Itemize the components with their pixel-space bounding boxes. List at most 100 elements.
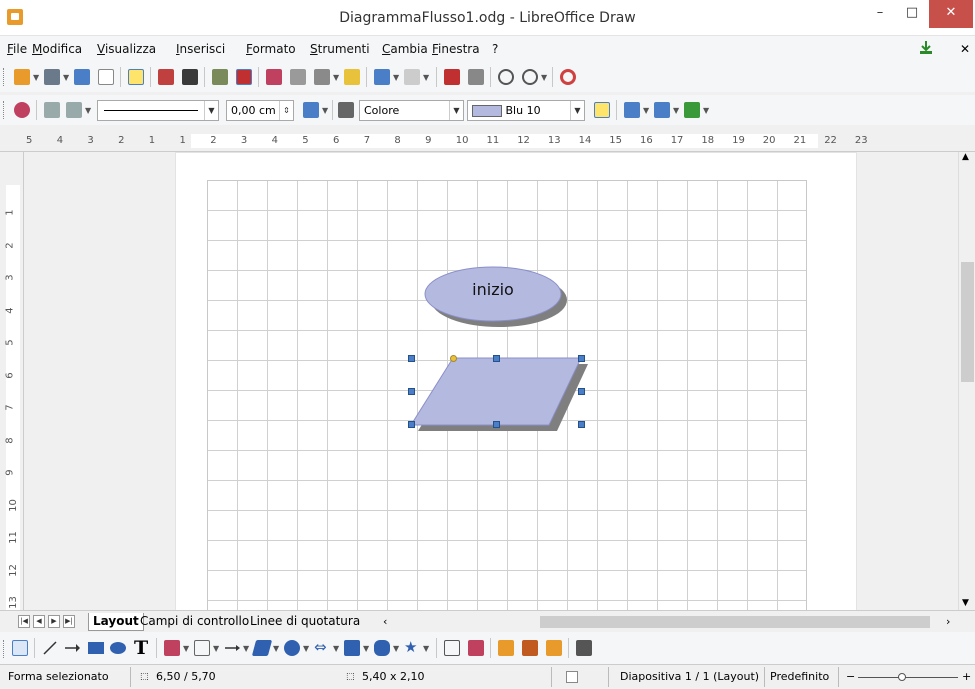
function-zoom-icon[interactable] (498, 69, 514, 85)
curve-dropdown-icon[interactable]: ▼ (183, 644, 189, 653)
callouts-icon[interactable] (374, 640, 390, 656)
selection-handle-bottom-left[interactable] (408, 421, 415, 428)
area-style-select[interactable]: Colore ▼ (359, 100, 464, 121)
arrange-dropdown-icon[interactable]: ▼ (703, 106, 709, 115)
zoom-slider[interactable] (858, 677, 958, 678)
menu-visualizza[interactable]: Visualizza (97, 42, 156, 56)
menu-cambia[interactable]: Cambia (382, 42, 428, 56)
shadow-icon[interactable] (594, 102, 610, 118)
zoom-dropdown-icon[interactable]: ▼ (541, 73, 547, 82)
print-icon[interactable] (182, 69, 198, 85)
next-tab-icon[interactable]: ▶ (48, 615, 60, 628)
minimize-button[interactable]: – (864, 0, 896, 28)
area-icon[interactable] (338, 102, 354, 118)
hyperlink-icon[interactable] (444, 69, 460, 85)
copy-icon[interactable] (290, 69, 306, 85)
shape-adjust-handle[interactable] (450, 355, 457, 362)
menu-modifica[interactable]: Modifica (32, 42, 82, 56)
text-tool-icon[interactable]: T (134, 637, 148, 659)
vertical-scrollbar[interactable]: ▲ ▼ (958, 152, 975, 610)
select-arrow-icon[interactable] (12, 640, 28, 656)
scroll-up-icon[interactable]: ▲ (962, 152, 969, 162)
new-dropdown-icon[interactable]: ▼ (33, 73, 39, 82)
line-icon[interactable] (44, 102, 60, 118)
paste-dropdown-icon[interactable]: ▼ (333, 73, 339, 82)
navigator-icon[interactable] (468, 69, 484, 85)
selection-handle-top-left[interactable] (408, 355, 415, 362)
templates-icon[interactable] (44, 69, 60, 85)
area-color-select[interactable]: Blu 10 ▼ (467, 100, 585, 121)
horizontal-scroll-thumb[interactable] (540, 616, 930, 628)
line-tool-icon[interactable] (42, 640, 58, 656)
arrow-style-icon[interactable] (66, 102, 82, 118)
drawing-canvas[interactable]: inizio (24, 152, 958, 610)
glue-points-icon[interactable] (468, 640, 484, 656)
toolbar-grip[interactable] (3, 640, 6, 658)
clone-formatting-icon[interactable] (344, 69, 360, 85)
auto-spellcheck-icon[interactable] (236, 69, 252, 85)
last-tab-icon[interactable]: ▶| (63, 615, 75, 628)
points-icon[interactable] (444, 640, 460, 656)
ellipse-tool-icon[interactable] (110, 642, 126, 654)
line-color-dropdown-icon[interactable]: ▼ (322, 106, 328, 115)
basic-shapes-dropdown-icon[interactable]: ▼ (273, 644, 279, 653)
spin-buttons-icon[interactable]: ⇕ (279, 101, 293, 120)
redo-icon[interactable] (404, 69, 420, 85)
toolbar-grip[interactable] (3, 68, 6, 86)
connector-tool-icon[interactable] (194, 640, 210, 656)
master-page-status[interactable]: Predefinito (770, 670, 829, 683)
symbol-shapes-icon[interactable] (284, 640, 300, 656)
save-icon[interactable] (74, 69, 90, 85)
lines-arrows-tool-icon[interactable] (224, 640, 240, 656)
cut-icon[interactable] (266, 69, 282, 85)
zoom-icon[interactable] (522, 69, 538, 85)
line-color-icon[interactable] (303, 102, 319, 118)
scroll-down-icon[interactable]: ▼ (962, 598, 969, 608)
email-icon[interactable] (98, 69, 114, 85)
menu-help[interactable]: ? (492, 42, 498, 56)
stars-dropdown-icon[interactable]: ▼ (423, 644, 429, 653)
fontwork-icon[interactable] (498, 640, 514, 656)
help-icon[interactable] (560, 69, 576, 85)
selection-handle-top[interactable] (493, 355, 500, 362)
curve-tool-icon[interactable] (164, 640, 180, 656)
insert-image-icon[interactable] (522, 640, 538, 656)
line-arrow-tool-icon[interactable] (64, 640, 80, 656)
flowchart-dropdown-icon[interactable]: ▼ (363, 644, 369, 653)
selection-handle-top-right[interactable] (578, 355, 585, 362)
document-modified-icon[interactable] (566, 671, 578, 683)
selection-handle-bottom-right[interactable] (578, 421, 585, 428)
vertical-ruler[interactable]: 1 2 3 4 5 6 7 8 9 10 11 12 13 (0, 152, 24, 610)
prev-tab-icon[interactable]: ◀ (33, 615, 45, 628)
templates-dropdown-icon[interactable]: ▼ (63, 73, 69, 82)
export-pdf-icon[interactable] (158, 69, 174, 85)
edit-mode-icon[interactable] (128, 69, 144, 85)
horizontal-ruler[interactable]: 5 4 3 2 1 1 2 3 4 5 6 7 8 9 10 11 12 13 14 15 16 17 18 19 20 21 22… (0, 128, 975, 152)
selection-handle-right[interactable] (578, 388, 585, 395)
new-document-icon[interactable] (14, 69, 30, 85)
arrange-icon[interactable] (684, 102, 700, 118)
rectangle-tool-icon[interactable] (88, 642, 104, 654)
line-width-field[interactable]: 0,00 cm ⇕ (226, 100, 294, 121)
lines-arrows-dropdown-icon[interactable]: ▼ (243, 644, 249, 653)
block-arrows-dropdown-icon[interactable]: ▼ (333, 644, 339, 653)
scroll-right-icon[interactable]: › (946, 615, 950, 628)
spellcheck-icon[interactable] (212, 69, 228, 85)
align-icon[interactable] (654, 102, 670, 118)
gallery-icon[interactable] (576, 640, 592, 656)
toggle-extrusion-icon[interactable] (546, 640, 562, 656)
maximize-button[interactable]: □ (896, 0, 928, 28)
align-dropdown-icon[interactable]: ▼ (673, 106, 679, 115)
close-document-button[interactable]: ✕ (960, 42, 970, 56)
scroll-thumb[interactable] (961, 262, 974, 382)
menu-finestra[interactable]: Finestra (432, 42, 480, 56)
undo-dropdown-icon[interactable]: ▼ (393, 73, 399, 82)
menu-strumenti[interactable]: Strumenti (310, 42, 370, 56)
tab-campi-di-controllo[interactable]: Campi di controllo (136, 613, 253, 631)
arrow-style-dropdown-icon[interactable]: ▼ (85, 106, 91, 115)
zoom-out-icon[interactable]: − (846, 670, 855, 683)
rotate-icon[interactable] (624, 102, 640, 118)
ellipse-label[interactable]: inizio (425, 280, 561, 299)
tab-linee-di-quotatura[interactable]: Linee di quotatura (246, 613, 364, 631)
symbol-shapes-dropdown-icon[interactable]: ▼ (303, 644, 309, 653)
